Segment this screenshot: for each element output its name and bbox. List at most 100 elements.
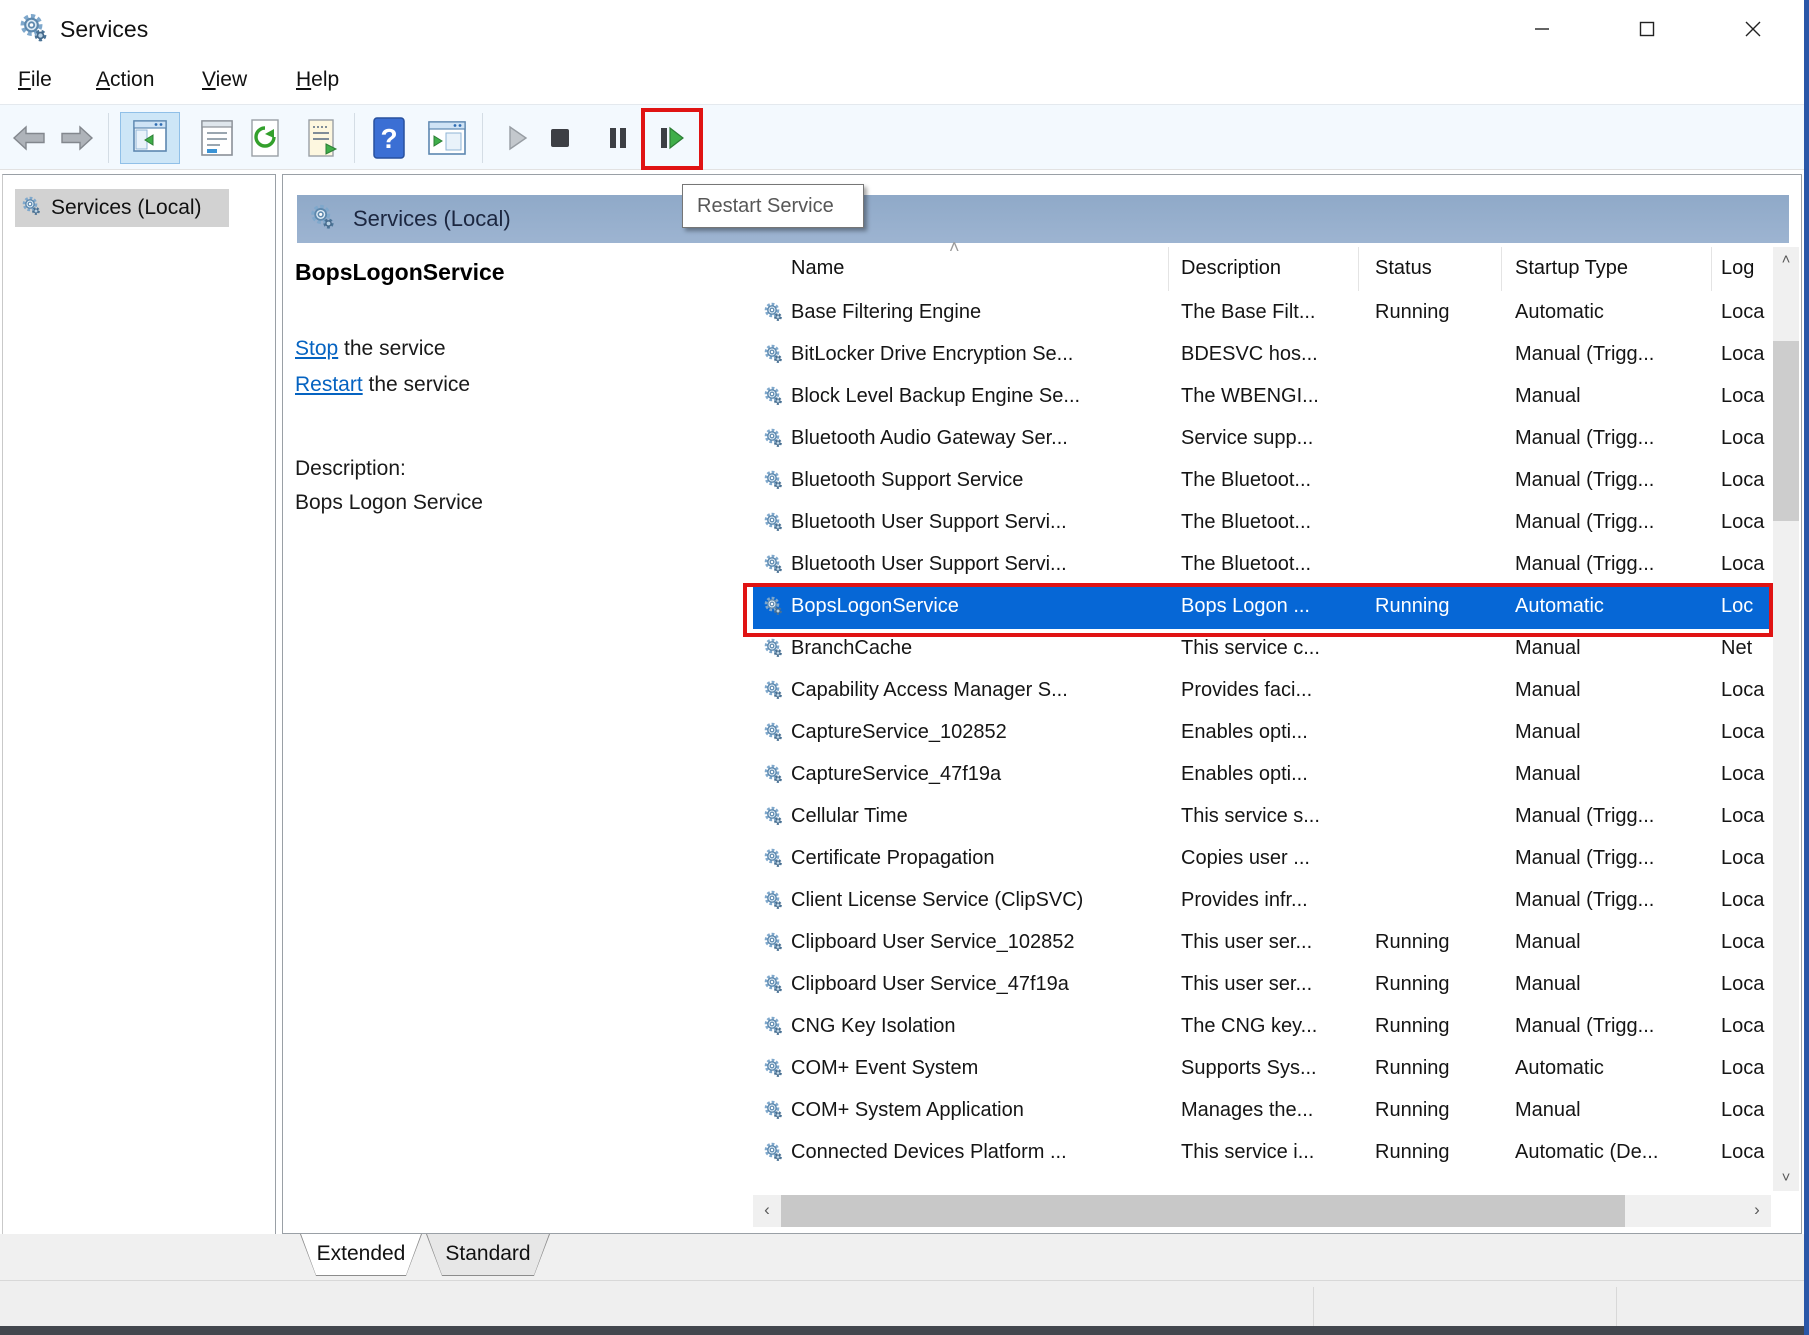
service-gear-icon — [763, 1100, 783, 1126]
table-row[interactable]: Bluetooth User Support Servi... The Blue… — [753, 545, 1771, 587]
service-gear-icon — [763, 680, 783, 706]
service-status-cell: Running — [1375, 1099, 1497, 1122]
column-header-name[interactable]: Name — [791, 257, 844, 280]
column-divider — [1501, 247, 1502, 291]
menu-bar: File Action View Help — [0, 60, 1809, 104]
column-header-startup-type[interactable]: Startup Type — [1515, 257, 1628, 280]
table-row[interactable]: Clipboard User Service_47f19a This user … — [753, 965, 1771, 1007]
service-name-cell: CaptureService_102852 — [791, 721, 1163, 744]
table-row[interactable]: CaptureService_47f19a Enables opti... Ma… — [753, 755, 1771, 797]
service-logon-cell: Loca — [1721, 1141, 1771, 1164]
window-bottom-edge — [0, 1326, 1809, 1335]
service-startup-cell: Manual — [1515, 385, 1707, 408]
table-row[interactable]: Bluetooth Audio Gateway Ser... Service s… — [753, 419, 1771, 461]
menu-view[interactable]: View — [202, 68, 247, 92]
table-row[interactable]: COM+ System Application Manages the... R… — [753, 1091, 1771, 1133]
service-gear-icon — [763, 302, 783, 328]
table-row[interactable]: COM+ Event System Supports Sys... Runnin… — [753, 1049, 1771, 1091]
scroll-right-icon[interactable]: › — [1743, 1195, 1771, 1227]
tab-standard[interactable]: Standard — [426, 1234, 550, 1276]
table-row[interactable]: Capability Access Manager S... Provides … — [753, 671, 1771, 713]
table-row[interactable]: Base Filtering Engine The Base Filt... R… — [753, 293, 1771, 335]
vertical-scrollbar-thumb[interactable] — [1773, 341, 1799, 521]
column-header-description[interactable]: Description — [1181, 257, 1281, 280]
properties-button[interactable] — [196, 115, 238, 161]
service-gear-icon — [763, 428, 783, 454]
stop-service-button[interactable] — [542, 115, 578, 161]
service-name-cell: Cellular Time — [791, 805, 1163, 828]
service-logon-cell: Loca — [1721, 679, 1771, 702]
service-startup-cell: Manual (Trigg... — [1515, 343, 1707, 366]
service-name-cell: Bluetooth Support Service — [791, 469, 1163, 492]
scroll-left-icon[interactable]: ‹ — [753, 1195, 781, 1227]
horizontal-scrollbar-thumb[interactable] — [781, 1195, 1625, 1227]
menu-action[interactable]: Action — [96, 68, 154, 92]
menu-help[interactable]: Help — [296, 68, 339, 92]
service-name-cell: Block Level Backup Engine Se... — [791, 385, 1163, 408]
banner-gear-icon — [309, 204, 335, 235]
table-row[interactable]: Clipboard User Service_102852 This user … — [753, 923, 1771, 965]
service-description-cell: Copies user ... — [1181, 847, 1363, 870]
column-header-status[interactable]: Status — [1375, 257, 1432, 280]
table-row[interactable]: Bluetooth User Support Servi... The Blue… — [753, 503, 1771, 545]
service-name-cell: Connected Devices Platform ... — [791, 1141, 1163, 1164]
show-console-tree-button[interactable] — [120, 112, 180, 164]
table-row[interactable]: CaptureService_102852 Enables opti... Ma… — [753, 713, 1771, 755]
tree-item-services-local[interactable]: Services (Local) — [15, 189, 229, 227]
table-row[interactable]: Certificate Propagation Copies user ... … — [753, 839, 1771, 881]
service-name-cell: COM+ System Application — [791, 1099, 1163, 1122]
service-status-cell: Running — [1375, 931, 1497, 954]
console-tree-icon — [121, 113, 177, 161]
table-row[interactable]: Bluetooth Support Service The Bluetoot..… — [753, 461, 1771, 503]
table-row[interactable]: CNG Key Isolation The CNG key... Running… — [753, 1007, 1771, 1049]
service-logon-cell: Loca — [1721, 931, 1771, 954]
services-node-icon — [21, 196, 41, 221]
forward-button[interactable] — [58, 115, 96, 161]
service-description-cell: The Bluetoot... — [1181, 469, 1363, 492]
service-status-cell: Running — [1375, 973, 1497, 996]
pause-service-button[interactable] — [600, 115, 636, 161]
restart-service-line: Restart the service — [295, 373, 470, 397]
start-service-button[interactable] — [500, 115, 536, 161]
horizontal-scrollbar[interactable]: ‹ › — [753, 1195, 1771, 1227]
service-startup-cell: Manual — [1515, 973, 1707, 996]
service-name-cell: Certificate Propagation — [791, 847, 1163, 870]
table-row[interactable]: Connected Devices Platform ... This serv… — [753, 1133, 1771, 1175]
service-gear-icon — [763, 1016, 783, 1042]
list-header: ˄ Name Description Status Startup Type L… — [753, 245, 1771, 293]
service-logon-cell: Loca — [1721, 973, 1771, 996]
close-button[interactable] — [1725, 6, 1781, 52]
table-row[interactable]: Client License Service (ClipSVC) Provide… — [753, 881, 1771, 923]
toolbar-separator — [354, 113, 355, 163]
stop-service-link[interactable]: Stop — [295, 337, 338, 360]
refresh-button[interactable] — [244, 115, 286, 161]
table-row[interactable]: Cellular Time This service s... Manual (… — [753, 797, 1771, 839]
services-app-icon — [18, 13, 48, 48]
restart-button-annotation-box — [641, 108, 703, 170]
tab-extended[interactable]: Extended — [300, 1234, 422, 1276]
service-name-cell: CNG Key Isolation — [791, 1015, 1163, 1038]
menu-file[interactable]: File — [18, 68, 52, 92]
service-name-cell: COM+ Event System — [791, 1057, 1163, 1080]
scroll-up-icon[interactable]: ˄ — [1773, 247, 1799, 273]
service-description-cell: This user ser... — [1181, 931, 1363, 954]
back-button[interactable] — [10, 115, 48, 161]
service-startup-cell: Manual (Trigg... — [1515, 511, 1707, 534]
vertical-scrollbar[interactable]: ˄ ˅ — [1773, 247, 1799, 1191]
column-header-log-on-as[interactable]: Log — [1721, 257, 1754, 280]
export-list-button[interactable] — [302, 115, 346, 161]
minimize-button[interactable] — [1514, 6, 1570, 52]
help-button[interactable]: ? — [368, 115, 410, 161]
pause-icon — [607, 126, 629, 150]
service-logon-cell: Loca — [1721, 763, 1771, 786]
service-gear-icon — [763, 1058, 783, 1084]
show-action-pane-button[interactable] — [424, 115, 470, 161]
stop-service-line: Stop the service — [295, 337, 446, 361]
restart-service-link[interactable]: Restart — [295, 373, 363, 396]
table-row[interactable]: Block Level Backup Engine Se... The WBEN… — [753, 377, 1771, 419]
maximize-button[interactable] — [1619, 6, 1675, 52]
status-divider — [1313, 1287, 1314, 1327]
scroll-down-icon[interactable]: ˅ — [1773, 1165, 1799, 1191]
table-row[interactable]: BitLocker Drive Encryption Se... BDESVC … — [753, 335, 1771, 377]
service-logon-cell: Loca — [1721, 1099, 1771, 1122]
